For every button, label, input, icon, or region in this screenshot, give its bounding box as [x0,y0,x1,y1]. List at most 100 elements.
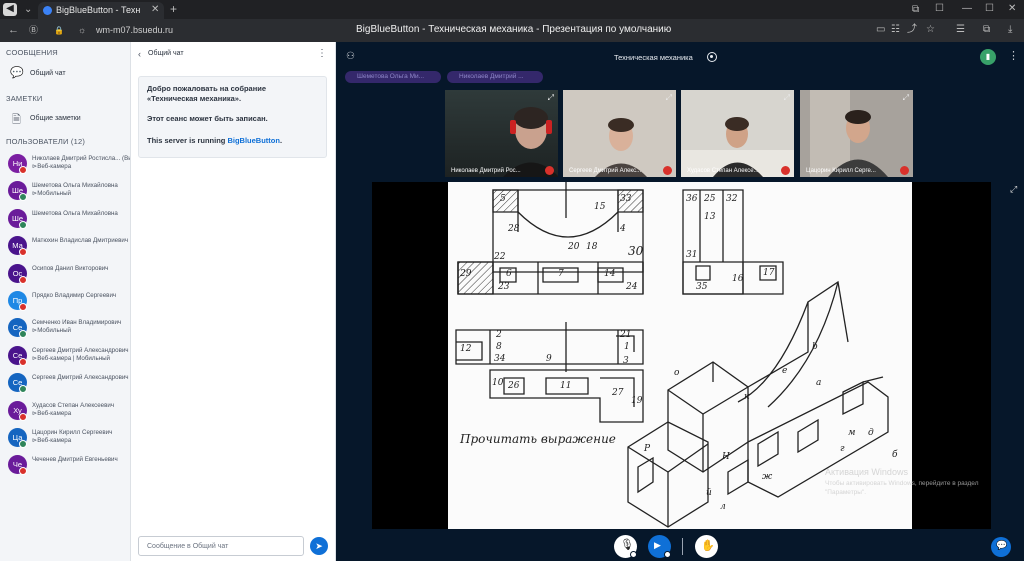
chat-input[interactable]: Сообщение в Общий чат [138,536,304,556]
browser-tab[interactable]: BigBlueButton - Техн [38,2,164,19]
maximize-icon[interactable]: ☐ [985,3,994,15]
share-icon[interactable]: ⤴ [907,24,917,36]
sidebar: СООБЩЕНИЯ 💬 Общий чат ЗАМЕТКИ 🗎 Общие за… [0,42,131,561]
slide-label: Н [722,452,730,462]
user-list-item[interactable]: Че Чеченев Дмитрий Евгеньевич [4,453,130,479]
raise-hand-button[interactable]: ✋ [695,535,718,558]
camera-button[interactable]: ▶ [648,535,671,558]
send-button[interactable]: ➤ [310,537,328,555]
user-name: Сергеев Дмитрий Александрович [32,374,130,381]
slide-label: 28 [508,224,520,234]
user-list-item[interactable]: Се Семченко Иван Владимирович ⊳Мобильный [4,316,130,342]
you-tag: (Вы) [122,155,130,162]
user-list-item[interactable]: Ма Матюхин Владислав Дмитриевич [4,234,130,260]
slide-label: 10 [492,378,504,388]
user-name: Сергеев Дмитрий Александрович [32,347,130,354]
talking-name-2: Николаев Дмитрий ... [459,73,524,80]
mic-status-icon [19,248,27,257]
slide-label: 3 [623,356,629,366]
slide-label: 6 [506,269,512,279]
expand-icon[interactable]: ⤢ [666,93,672,103]
url-text[interactable]: wm-m07.bsuedu.ru [96,25,173,35]
user-list-item[interactable]: НиНиколаев Дмитрий Ростисла... (Вы)⊳Веб-… [4,152,130,178]
close-window-icon[interactable]: ✕ [1008,3,1016,15]
recording-icon[interactable] [707,52,717,62]
users-toggle-icon[interactable]: ⚇ [346,51,355,62]
user-status: ⊳Веб-камера [32,437,71,444]
video-tile-3[interactable]: ⤢ Худасов Степан Алексе... [681,90,794,177]
sound-icon[interactable]: ◀ [3,3,17,16]
user-list-item[interactable]: Ца Цацорин Кирилл Сергеевич ⊳Веб-камера [4,426,130,452]
tab-favicon-icon [43,6,52,15]
new-tab-icon[interactable]: + [170,3,177,15]
options-menu-icon[interactable]: ⋮ [1008,49,1019,62]
user-list-item[interactable]: Ос Осипов Данил Викторович [4,262,130,288]
slide-label: а [816,378,822,388]
camera-dropdown-dot[interactable] [664,551,671,558]
video-tile-1[interactable]: ⤢ Николаев Дмитрий Рос... [445,90,558,177]
talking-name-1: Шеметова Ольга Ми... [357,73,425,80]
video-tile-2[interactable]: ⤢ Сергеев Дмитрий Алекс... [563,90,676,177]
shared-notes-item[interactable]: 🗎 Общие заметки [0,108,131,130]
user-name: Прядко Владимир Сергеевич [32,292,130,299]
chat-back-icon[interactable]: ‹ [138,49,141,59]
mic-dropdown-dot[interactable] [630,551,637,558]
user-list-item[interactable]: Ше Шеметова Ольга Михайловна ⊳Мобильный [4,179,130,205]
expand-icon[interactable]: ⤢ [548,93,554,103]
expand-icon[interactable]: ⤢ [784,93,790,103]
user-list-item[interactable]: Се Сергеев Дмитрий Александрович ⊳Веб-каме… [4,344,130,370]
server-info: This server is running BigBlueButton. [147,136,318,146]
slide-label: 19 [631,396,643,406]
slide-label: 18 [586,242,598,252]
yandex-icon[interactable]: Ⓑ [29,24,38,36]
tab-list-icon[interactable]: ⌄ [24,4,32,16]
slide-label: 35 [696,282,708,292]
chat-panel: ‹ Общий чат ⋮ Добро пожаловать на собран… [131,42,336,561]
extensions-icon[interactable]: ⧉ [983,24,990,36]
expand-icon[interactable]: ⤢ [903,93,909,103]
slide-label: о [674,368,680,378]
user-name-text: Чеченев Дмитрий Евгеньевич [32,456,118,464]
microphone-button[interactable]: 🎙 [614,535,637,558]
bbb-link[interactable]: BigBlueButton [227,136,280,145]
slide-label: 2 [496,330,502,340]
bookmark-star-icon[interactable]: ☆ [926,24,935,36]
user-list-item[interactable]: Пр Прядко Владимир Сергеевич [4,289,130,315]
user-list-item[interactable]: Ше Шеметова Ольга Михайловна [4,207,130,233]
window-restore-icon[interactable]: ⧉ [912,4,919,16]
slide-label: 29 [460,269,472,279]
minimize-icon[interactable]: — [962,3,972,15]
fullscreen-icon[interactable]: ⤢ [1010,184,1017,195]
user-list-item[interactable]: Се Сергеев Дмитрий Александрович [4,371,130,397]
slide-label: b [812,342,818,352]
user-status-text: Веб-камера [37,437,72,444]
reader-icon[interactable]: ☷ [891,24,900,36]
bookmark-icon[interactable]: ☐ [935,3,944,15]
send-icon: ➤ [315,541,323,551]
public-chat-item[interactable]: 💬 Общий чат [0,62,131,84]
mic-status-icon [19,193,27,202]
slide-label: 30 [628,244,644,258]
participant-video-2 [563,90,676,177]
download-icon[interactable]: ⤓ [1008,24,1012,36]
chat-header-title: Общий чат [148,50,184,57]
slide-label: б [892,450,898,460]
more-icon[interactable]: ☰ [956,24,965,36]
slide-label: 15 [594,202,606,212]
muted-mic-icon [781,166,790,175]
tab-close-icon[interactable]: ✕ [151,4,159,16]
chat-options-icon[interactable]: ⋮ [317,48,327,59]
chat-toggle-button[interactable]: 💬 [991,537,1011,557]
mic-status-icon [19,357,27,366]
slide-label: м [848,428,856,438]
talking-pill-2: Николаев Дмитрий ... [447,71,543,83]
user-list-item[interactable]: Ху Худасов Степан Алексеевич ⊳Веб-камера [4,399,130,425]
slide-label: г [840,444,845,454]
main-area: ⚇ Техническая механика ▮ ⋮ Шеметова Ольг… [336,42,1024,561]
connection-status-button[interactable]: ▮ [980,49,996,65]
back-icon[interactable]: ← [8,24,19,36]
tab-title: BigBlueButton - Техн [56,5,141,15]
video-tile-4[interactable]: ⤢ Цацорин Кирилл Серге... [800,90,913,177]
user-name-text: Прядко Владимир Сергеевич [32,292,117,299]
camera-status-icon[interactable]: ▭ [876,24,885,36]
